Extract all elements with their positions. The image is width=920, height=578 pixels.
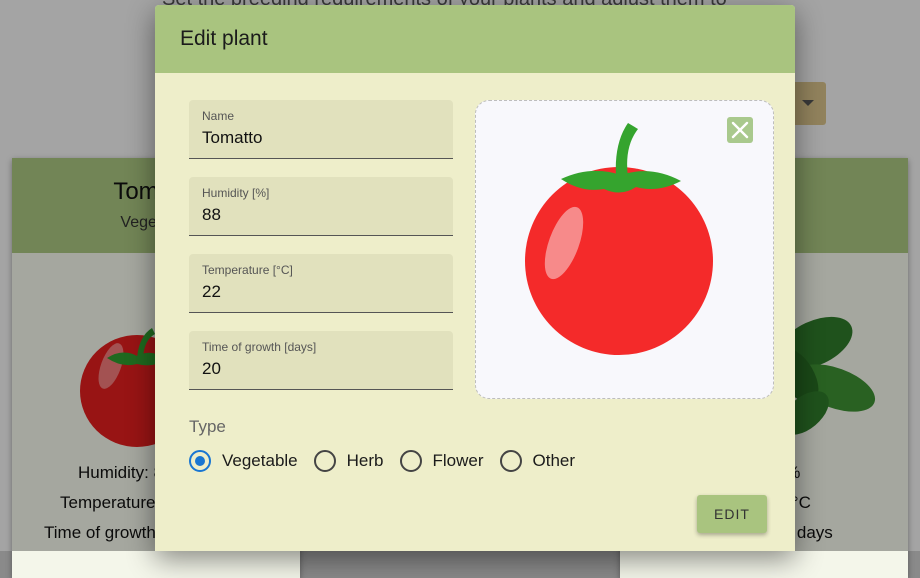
growth-input[interactable]: 20 — [202, 359, 221, 379]
image-dropzone[interactable] — [475, 100, 774, 399]
humidity-input[interactable]: 88 — [202, 205, 221, 225]
radio-vegetable[interactable]: Vegetable — [189, 450, 298, 472]
temperature-input[interactable]: 22 — [202, 282, 221, 302]
type-label: Type — [189, 417, 226, 436]
remove-image-button[interactable] — [727, 117, 753, 143]
humidity-field[interactable]: Humidity [%] 88 — [189, 177, 453, 236]
edit-plant-dialog: Edit plant Name Tomatto Humidity [%] 88 … — [155, 5, 795, 551]
name-input[interactable]: Tomatto — [202, 128, 262, 148]
radio-flower[interactable]: Flower — [399, 450, 484, 472]
radio-label: Vegetable — [222, 451, 298, 470]
name-label: Name — [202, 109, 235, 123]
radio-label: Other — [532, 451, 576, 470]
growth-label: Time of growth [days] — [202, 340, 317, 354]
radio-unchecked-icon[interactable] — [313, 450, 336, 472]
temperature-field[interactable]: Temperature [°C] 22 — [189, 254, 453, 313]
humidity-label: Humidity [%] — [202, 186, 270, 200]
radio-label: Flower — [432, 451, 484, 470]
radio-herb[interactable]: Herb — [313, 450, 384, 472]
tomato-image — [525, 123, 713, 355]
edit-button[interactable]: EDIT — [697, 495, 767, 533]
name-field[interactable]: Name Tomatto — [189, 100, 453, 159]
radio-checked-icon[interactable] — [189, 450, 211, 472]
close-icon — [731, 121, 749, 139]
growth-field[interactable]: Time of growth [days] 20 — [189, 331, 453, 390]
radio-label: Herb — [346, 451, 384, 470]
radio-unchecked-icon[interactable] — [399, 450, 422, 472]
temperature-label: Temperature [°C] — [202, 263, 293, 277]
dialog-title: Edit plant — [180, 27, 268, 50]
radio-unchecked-icon[interactable] — [499, 450, 522, 472]
type-radio-group: Vegetable Herb Flower Other — [189, 450, 591, 472]
radio-other[interactable]: Other — [499, 450, 576, 472]
